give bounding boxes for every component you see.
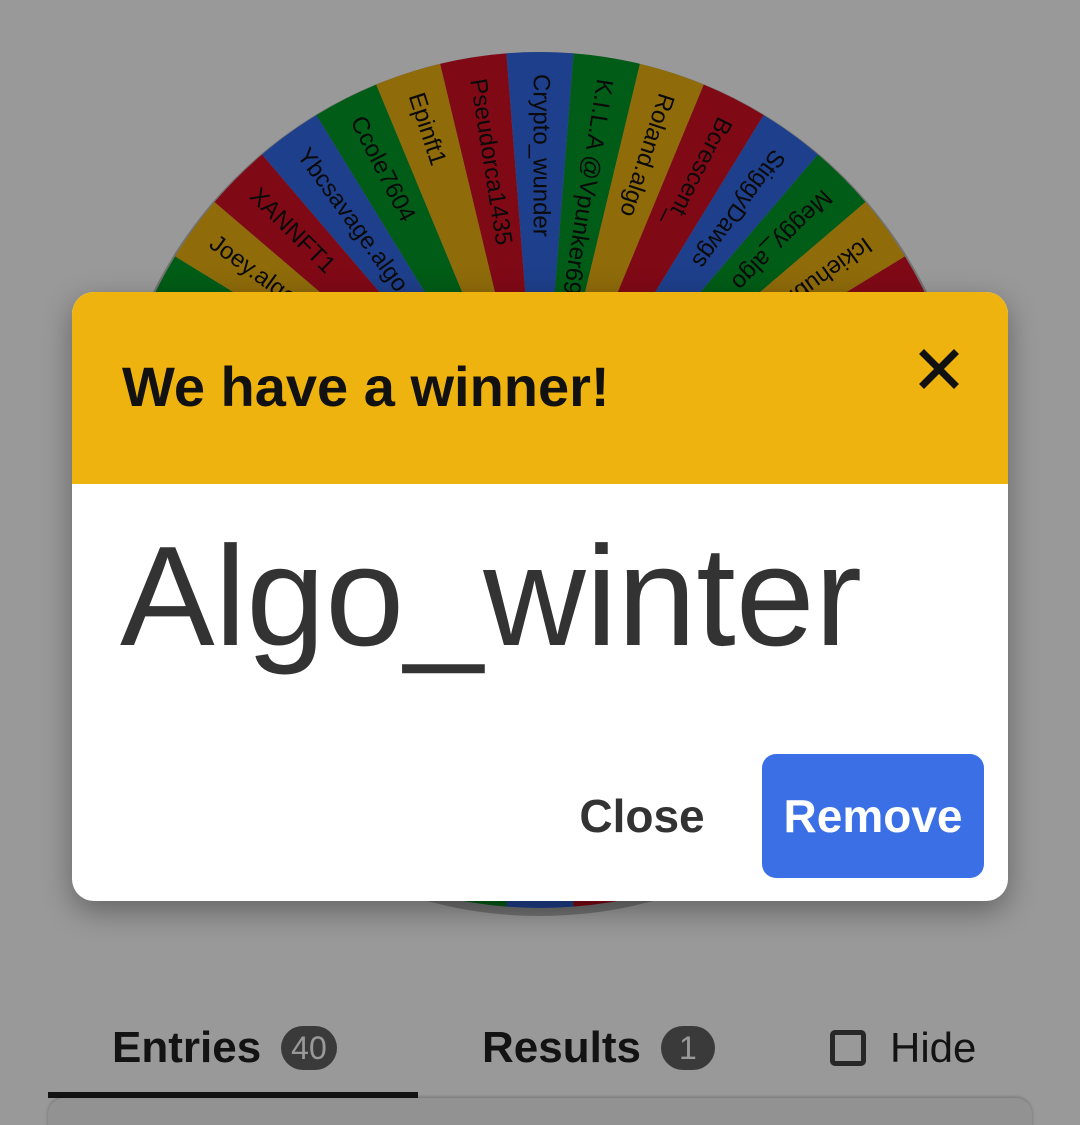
dialog-header: We have a winner! bbox=[72, 292, 1008, 484]
dialog-title: We have a winner! bbox=[122, 355, 610, 418]
app-screen: Pseudorca1435 Crypto_wunder K.I.L.A @Vpunk… bbox=[0, 0, 1080, 1125]
winner-dialog: We have a winner! Algo_winter Close Remo… bbox=[72, 292, 1008, 901]
remove-button[interactable]: Remove bbox=[762, 754, 984, 878]
close-icon[interactable] bbox=[912, 342, 966, 396]
close-button[interactable]: Close bbox=[562, 754, 722, 878]
winner-name: Algo_winter bbox=[120, 517, 862, 676]
